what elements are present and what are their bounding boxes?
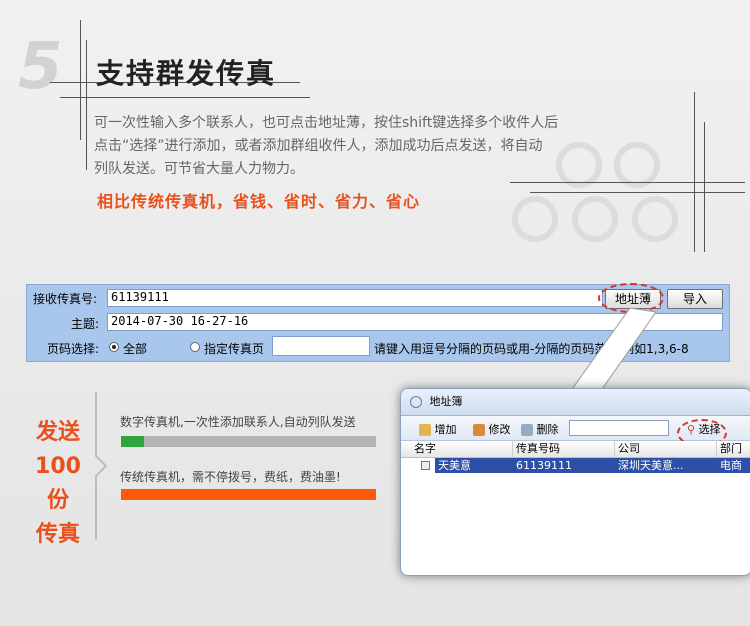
decor-line <box>80 20 81 140</box>
send-100-label: 发送 100份 传真 <box>32 416 84 552</box>
decor-line <box>704 122 705 252</box>
traditional-progress-track <box>121 489 376 500</box>
import-button[interactable]: 导入 <box>667 289 723 309</box>
cell-company: 深圳天美意... <box>615 458 717 473</box>
add-icon <box>419 424 431 436</box>
window-titlebar: 地址簿 <box>401 389 750 416</box>
contact-icon <box>421 461 430 470</box>
page-range-hint: 请键入用逗号分隔的页码或用-分隔的页码范围,例如1,3,6-8 <box>374 342 689 356</box>
cell-dept: 电商 <box>717 458 750 473</box>
digital-progress-fill <box>121 436 144 447</box>
delete-icon <box>521 424 533 436</box>
decor-line <box>694 92 695 252</box>
column-header[interactable]: 公司 <box>615 441 717 457</box>
radio-specified-label: 指定传真页 <box>204 342 265 356</box>
radio-all-label: 全部 <box>123 342 148 356</box>
callout-arrow <box>569 307 657 393</box>
send-line: 传真 <box>35 522 80 547</box>
column-header[interactable]: 名字 <box>411 441 513 457</box>
window-title: 地址簿 <box>429 395 463 408</box>
decor-line <box>60 97 310 98</box>
subject-label: 主题: <box>71 317 100 331</box>
cell-fax: 61139111 <box>513 458 615 473</box>
decor-ring <box>632 196 678 242</box>
digital-fax-text: 数字传真机,一次性添加联系人,自动列队发送 <box>120 415 356 429</box>
column-header[interactable]: 传真号码 <box>513 441 615 457</box>
column-header[interactable]: 部门 <box>717 441 750 457</box>
send-line: 发送 <box>35 420 80 445</box>
fax-number-label: 接收传真号: <box>33 292 98 306</box>
decor-line <box>86 40 87 170</box>
step-number: 5 <box>18 30 63 104</box>
add-button-label: 增加 <box>434 423 457 436</box>
edit-button[interactable]: 修改 <box>473 421 511 437</box>
edit-icon <box>473 424 485 436</box>
delete-button[interactable]: 删除 <box>521 421 559 437</box>
table-header: 名字 传真号码 公司 部门 <box>401 441 750 458</box>
traditional-progress-fill <box>121 489 376 500</box>
decor-line <box>510 182 745 183</box>
address-book-window: 地址簿 增加 修改 删除 ⚲ 选择 名字 传真号码 公司 部门 天美意 6113… <box>400 388 750 576</box>
fax-number-input[interactable]: 61139111 <box>107 289 603 307</box>
radio-all[interactable] <box>109 342 119 352</box>
page-select-label: 页码选择: <box>47 342 100 356</box>
table-row[interactable]: 天美意 61139111 深圳天美意... 电商 <box>401 458 750 473</box>
bracket-divider <box>95 392 108 540</box>
digital-progress-track <box>121 436 376 447</box>
decor-ring <box>512 196 558 242</box>
page-title: 支持群发传真 <box>96 57 277 90</box>
decor-ring <box>572 196 618 242</box>
send-line: 100份 <box>35 454 81 513</box>
delete-button-label: 删除 <box>536 423 559 436</box>
description-line: 可一次性输入多个联系人，也可点击地址薄，按住shift键选择多个收件人后 <box>94 115 559 131</box>
window-app-icon <box>410 396 422 408</box>
radio-specified[interactable] <box>190 342 200 352</box>
edit-button-label: 修改 <box>488 423 511 436</box>
cell-name: 天美意 <box>435 458 513 473</box>
add-button[interactable]: 增加 <box>419 421 457 437</box>
slogan: 相比传统传真机，省钱、省时、省力、省心 <box>97 192 421 211</box>
traditional-fax-text: 传统传真机，需不停拨号，费纸，费油墨! <box>120 470 341 484</box>
page-range-input[interactable] <box>272 336 370 356</box>
decor-line <box>530 192 745 193</box>
search-input[interactable] <box>569 420 669 436</box>
